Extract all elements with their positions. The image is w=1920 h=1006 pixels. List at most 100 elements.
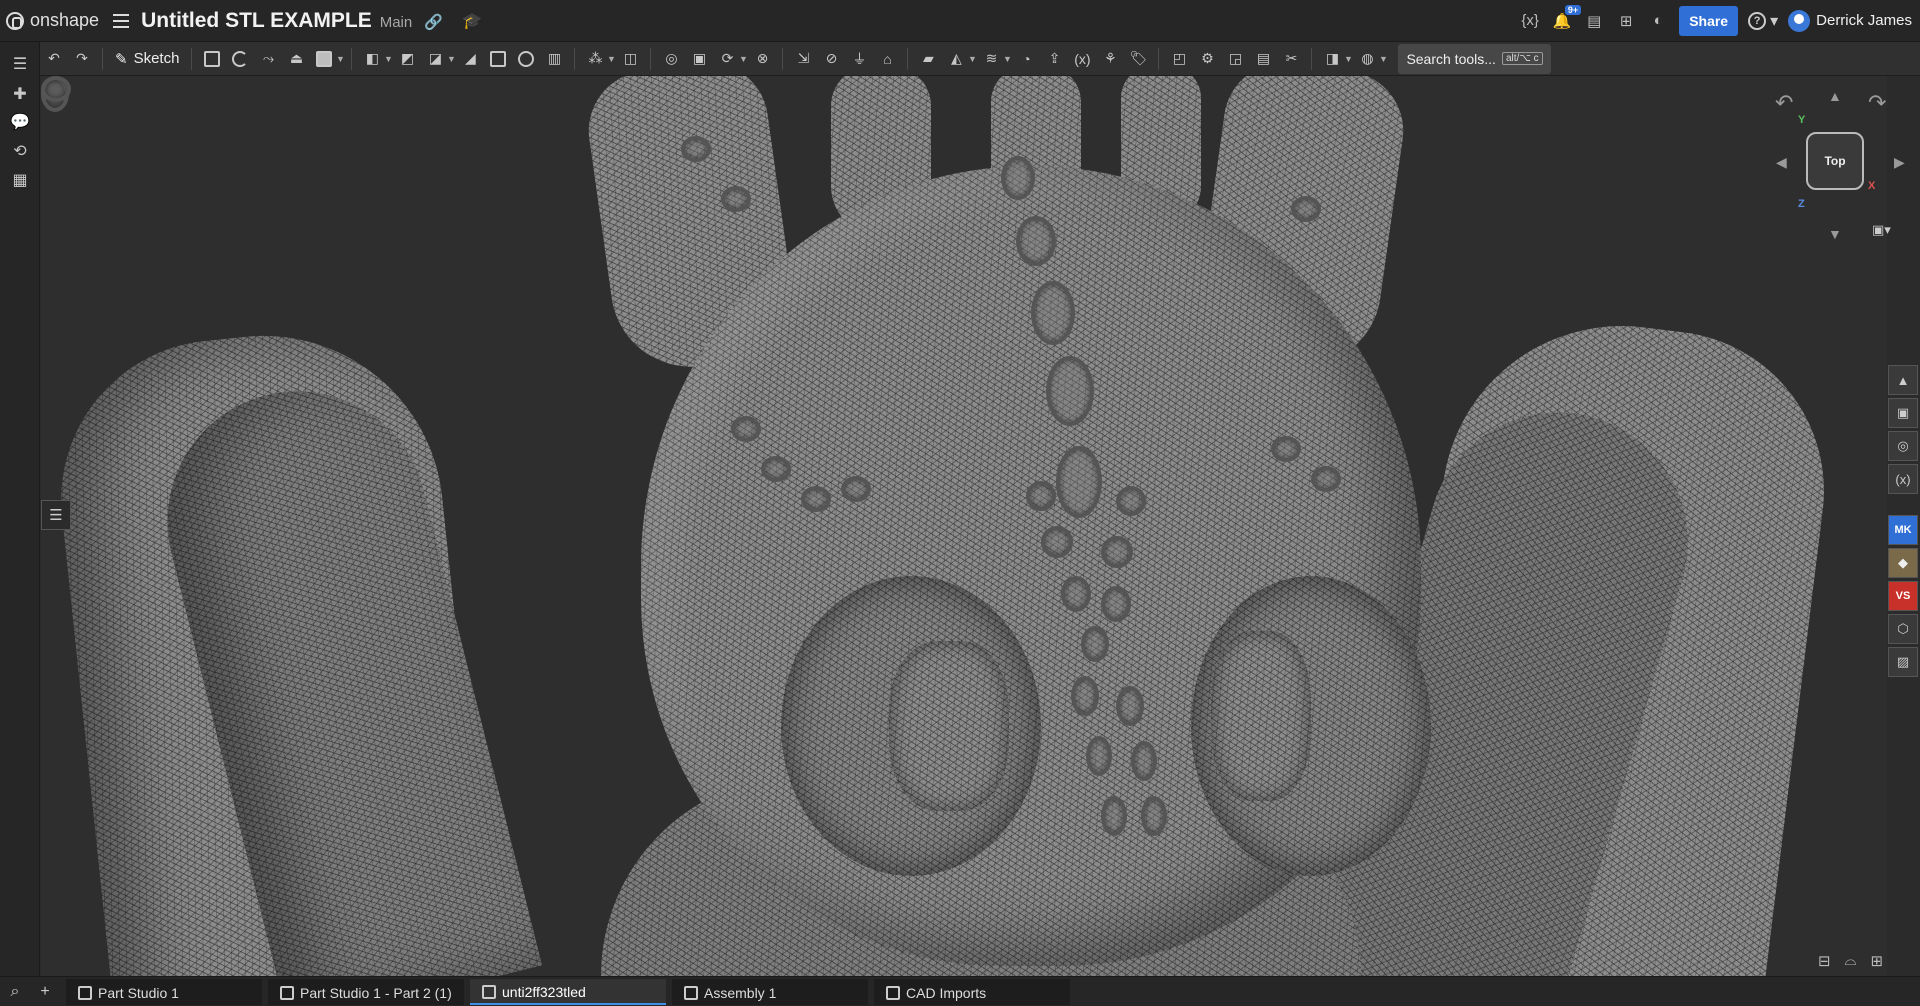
add-feature-icon[interactable]: ✚ xyxy=(10,84,30,104)
appearance-icon[interactable]: ▲ xyxy=(1888,365,1918,395)
chevron-down-icon[interactable]: ▼ xyxy=(1343,45,1353,73)
offset-surface-icon[interactable]: ⏚ xyxy=(845,45,873,73)
delete-part-icon[interactable]: ⊗ xyxy=(748,45,776,73)
view-down-icon[interactable]: ▼ xyxy=(1828,226,1842,242)
chevron-down-icon[interactable]: ▼ xyxy=(383,45,393,73)
chevron-down-icon[interactable]: ▼ xyxy=(335,45,345,73)
document-title[interactable]: Untitled STL EXAMPLE xyxy=(141,9,372,33)
vs-app-icon[interactable]: VS xyxy=(1888,581,1918,611)
cut-list-icon[interactable]: ▤ xyxy=(1249,45,1277,73)
material-icon[interactable]: ◆ xyxy=(1888,548,1918,578)
tag-icon[interactable]: 🏷 xyxy=(1124,45,1152,73)
search-tools-input[interactable]: Search tools... alt/⌥ c xyxy=(1398,43,1551,74)
helix-icon[interactable]: ≋ xyxy=(977,45,1005,73)
variable-icon[interactable]: {x} xyxy=(1519,10,1541,32)
chevron-down-icon[interactable]: ▼ xyxy=(967,45,977,73)
chamfer-icon[interactable]: ◩ xyxy=(393,45,421,73)
transform-icon[interactable]: ⟳ xyxy=(713,45,741,73)
graphics-viewport[interactable]: ☰ xyxy=(41,76,1887,976)
draft-icon[interactable]: ◪ xyxy=(421,45,449,73)
extrude-icon[interactable] xyxy=(198,45,226,73)
tab-search-icon[interactable]: ⌕ xyxy=(0,977,30,1006)
feature-list-icon[interactable]: ☰ xyxy=(10,54,30,74)
sweep-icon[interactable]: ⤳ xyxy=(254,45,282,73)
details-panel-icon[interactable]: ▤ xyxy=(1583,10,1605,32)
mate-connector-icon[interactable]: ◭ xyxy=(942,45,970,73)
variable-feature-icon[interactable]: (x) xyxy=(1068,45,1096,73)
feature-tree-toggle-icon[interactable]: ☰ xyxy=(41,500,71,530)
share-button[interactable]: Share xyxy=(1679,5,1739,36)
versions-icon[interactable]: ◐ xyxy=(1647,10,1669,32)
shell-icon[interactable] xyxy=(484,45,512,73)
measure-icon[interactable]: ◔ xyxy=(1012,45,1040,73)
section-view-icon[interactable]: ◨ xyxy=(1318,45,1346,73)
link-icon[interactable]: 🔗 xyxy=(424,13,443,31)
sketch-button[interactable]: ✎ Sketch xyxy=(109,50,185,68)
boolean-icon[interactable]: ◎ xyxy=(657,45,685,73)
tab-assembly-1[interactable]: Assembly 1 xyxy=(672,978,868,1005)
move-face-icon[interactable]: ⇲ xyxy=(789,45,817,73)
chevron-down-icon[interactable]: ▼ xyxy=(1002,45,1012,73)
loft-icon[interactable]: ⏏ xyxy=(282,45,310,73)
exploded-view-icon[interactable]: ⊞ xyxy=(1870,952,1883,970)
chevron-down-icon[interactable]: ▼ xyxy=(446,45,456,73)
brand[interactable]: onshape xyxy=(6,10,99,31)
render-studio-icon[interactable]: ◎ xyxy=(1888,431,1918,461)
trim-icon[interactable]: ✂ xyxy=(1277,45,1305,73)
add-tab-icon[interactable]: + xyxy=(30,977,60,1006)
comments-icon[interactable]: 💬 xyxy=(10,112,30,132)
tab-part-studio-1[interactable]: Part Studio 1 xyxy=(66,978,262,1005)
rotate-left-icon[interactable]: ↶ xyxy=(1775,90,1793,116)
branch-label[interactable]: Main xyxy=(380,14,413,31)
mirror-icon[interactable]: ◫ xyxy=(616,45,644,73)
history-icon[interactable]: ⟲ xyxy=(10,141,30,161)
replace-face-icon[interactable]: ⊘ xyxy=(817,45,845,73)
rotate-right-icon[interactable]: ↷ xyxy=(1868,90,1886,116)
plane-icon[interactable]: ▰ xyxy=(914,45,942,73)
view-options-icon[interactable]: ▣▾ xyxy=(1872,222,1891,238)
thicken-icon[interactable] xyxy=(310,45,338,73)
split-icon[interactable]: ▣ xyxy=(685,45,713,73)
variable-table-icon[interactable]: (x) xyxy=(1888,464,1918,494)
view-up-icon[interactable]: ▲ xyxy=(1828,88,1842,104)
tab-cad-imports[interactable]: CAD Imports xyxy=(874,978,1070,1005)
help-menu[interactable]: ? ▾ xyxy=(1748,11,1778,31)
simulation-icon[interactable]: ⬡ xyxy=(1888,614,1918,644)
notifications-icon[interactable]: 🔔 9+ xyxy=(1551,4,1582,32)
model-scale xyxy=(1291,196,1321,222)
tab-part-studio-1-part-2[interactable]: Part Studio 1 - Part 2 (1) xyxy=(268,978,464,1005)
parts-icon[interactable]: ▣ xyxy=(1888,398,1918,428)
app-store-icon[interactable]: ⊞ xyxy=(1615,10,1637,32)
redo-icon[interactable]: ↷ xyxy=(68,45,96,73)
car-view-icon[interactable]: ⌓ xyxy=(1845,952,1857,970)
mk-app-icon[interactable]: MK xyxy=(1888,515,1918,545)
section-icon[interactable]: ⊟ xyxy=(1818,952,1831,970)
chevron-down-icon[interactable]: ▼ xyxy=(738,45,748,73)
hole-icon[interactable] xyxy=(512,45,540,73)
end-cap-icon[interactable]: ◲ xyxy=(1221,45,1249,73)
rib-icon[interactable]: ◢ xyxy=(456,45,484,73)
view-cube[interactable]: ↶ ▲ ↷ ◀ ▶ ▼ Top Y X Z ▣▾ xyxy=(1770,88,1910,248)
frame-icon[interactable]: ◰ xyxy=(1165,45,1193,73)
import-icon[interactable]: ⇪ xyxy=(1040,45,1068,73)
chevron-down-icon[interactable]: ▼ xyxy=(1378,45,1388,73)
gusset-icon[interactable]: ⚙ xyxy=(1193,45,1221,73)
fillet-icon[interactable]: ◧ xyxy=(358,45,386,73)
thread-icon[interactable]: ▥ xyxy=(540,45,568,73)
render-mode-icon[interactable]: ◍ xyxy=(1353,45,1381,73)
cam-icon[interactable]: ▨ xyxy=(1888,647,1918,677)
bill-of-materials-icon[interactable]: ▦ xyxy=(10,170,30,190)
view-cube-face[interactable]: Top xyxy=(1806,132,1864,190)
learning-center-icon[interactable]: 🎓 xyxy=(462,11,482,31)
composite-part-icon[interactable]: ⚘ xyxy=(1096,45,1124,73)
chevron-down-icon[interactable]: ▼ xyxy=(606,45,616,73)
tab-unti2ff323tled[interactable]: unti2ff323tled xyxy=(470,978,666,1005)
view-right-icon[interactable]: ▶ xyxy=(1894,154,1905,171)
pattern-icon[interactable]: ⁂ xyxy=(581,45,609,73)
undo-icon[interactable]: ↶ xyxy=(40,45,68,73)
revolve-icon[interactable] xyxy=(226,45,254,73)
menu-icon[interactable] xyxy=(113,13,130,28)
view-left-icon[interactable]: ◀ xyxy=(1776,154,1787,171)
user-menu[interactable]: Derrick James xyxy=(1788,9,1912,32)
sheet-metal-icon[interactable]: ⌂ xyxy=(873,45,901,73)
